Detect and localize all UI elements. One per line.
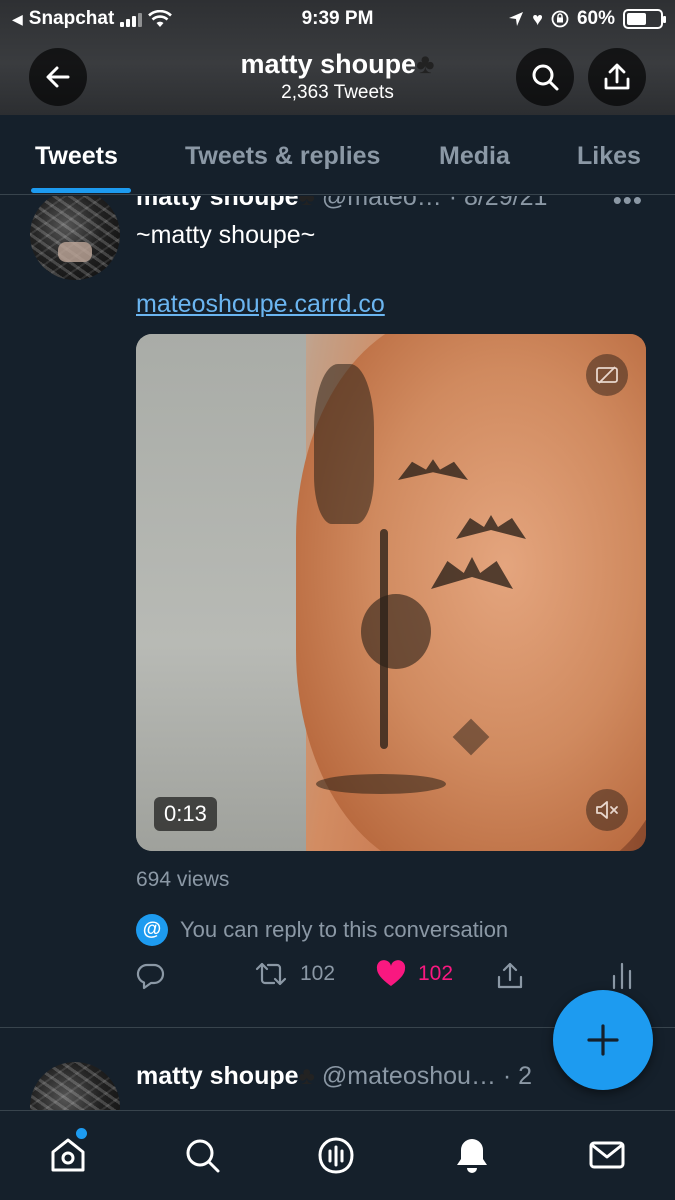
tab-media[interactable]: Media	[439, 142, 510, 171]
tweet-link[interactable]: mateoshoupe.carrd.co	[136, 290, 385, 319]
share-icon	[497, 962, 523, 989]
location-icon	[509, 12, 524, 26]
captions-button[interactable]	[586, 354, 628, 396]
profile-header-banner: ◀ Snapchat 9:39 PM ♥ 60% matty shoupe♣ 2…	[0, 0, 675, 115]
more-options-icon[interactable]: •••	[613, 196, 643, 216]
club-emoji: ♣	[416, 48, 435, 79]
retweet-icon	[255, 962, 287, 986]
view-count: 694 views	[136, 868, 230, 891]
tweet-count: 2,363 Tweets	[281, 82, 394, 103]
tab-tweets-replies[interactable]: Tweets & replies	[185, 142, 380, 171]
like-button[interactable]: 102	[376, 960, 453, 988]
tweet-author-line[interactable]: matty shoupe♣ @mateo… · 8/29/21	[136, 196, 547, 212]
tab-tweets[interactable]: Tweets	[35, 142, 118, 171]
heart-filled-icon	[376, 960, 406, 986]
search-icon	[186, 1139, 220, 1173]
avatar[interactable]	[30, 196, 120, 280]
reply-icon	[136, 963, 165, 990]
nav-search[interactable]	[180, 1133, 224, 1177]
avatar[interactable]	[30, 1062, 120, 1110]
status-bar: ◀ Snapchat 9:39 PM ♥ 60%	[0, 0, 675, 38]
tweet-author-emoji: ♣	[298, 196, 315, 211]
battery-percent: 60%	[576, 8, 615, 29]
plus-icon	[587, 1024, 619, 1056]
video-duration: 0:13	[154, 797, 217, 831]
tweet-author-name: matty shoupe	[136, 196, 299, 211]
avatar-pattern	[30, 196, 120, 280]
tweet-author-name: matty shoupe	[136, 1062, 299, 1090]
share-icon	[604, 63, 630, 90]
profile-tabs: Tweets Tweets & replies Media Likes	[0, 115, 675, 195]
tweet-video[interactable]: 0:13	[136, 334, 646, 851]
avatar-pattern	[30, 1062, 120, 1110]
tweet-list: matty shoupe♣ @mateo… · 8/29/21 ••• ~mat…	[0, 196, 675, 1110]
avatar-hand	[58, 242, 92, 262]
skeleton-tattoo	[314, 364, 374, 524]
speaker-muted-icon	[596, 801, 618, 819]
tab-likes[interactable]: Likes	[577, 142, 641, 171]
search-button[interactable]	[516, 48, 574, 106]
home-icon	[51, 1138, 85, 1172]
tweet-text: ~matty shoupe~	[136, 221, 316, 249]
tweet-actions: 102 102	[136, 960, 646, 1000]
mail-icon	[589, 1141, 625, 1169]
bell-icon	[457, 1139, 487, 1173]
tweet-author-emoji: ♣	[298, 1062, 315, 1090]
reply-button[interactable]	[136, 960, 166, 990]
at-sign-icon: @	[136, 914, 168, 946]
nav-home[interactable]	[46, 1133, 90, 1177]
like-count: 102	[418, 962, 454, 985]
compose-tweet-button[interactable]	[553, 990, 653, 1090]
tweet-author-line[interactable]: matty shoupe♣ @mateoshou… · 2	[136, 1062, 532, 1091]
active-tab-indicator	[31, 188, 131, 193]
share-tweet-button[interactable]	[496, 960, 524, 990]
tweet-handle-date: @mateo… · 8/29/21	[314, 196, 548, 211]
reply-permission-note: @ You can reply to this conversation	[136, 914, 508, 946]
search-icon	[532, 64, 559, 91]
rose-tattoo	[361, 594, 431, 669]
nav-spaces[interactable]	[314, 1133, 358, 1177]
home-notification-dot	[76, 1128, 87, 1139]
nav-notifications[interactable]	[450, 1133, 494, 1177]
battery-fill	[627, 13, 647, 25]
video-background-wall	[136, 334, 306, 851]
analytics-icon	[612, 962, 632, 990]
mute-button[interactable]	[586, 789, 628, 831]
tweet-handle-date: @mateoshou… · 2	[314, 1062, 533, 1090]
orientation-lock-icon	[551, 10, 569, 28]
reply-note-text: You can reply to this conversation	[180, 917, 509, 942]
retweet-count: 102	[300, 962, 336, 985]
battery-icon	[623, 9, 666, 29]
retweet-button[interactable]: 102	[254, 960, 335, 988]
profile-name: matty shoupe	[240, 49, 417, 79]
captions-off-icon	[596, 366, 618, 384]
nav-messages[interactable]	[585, 1133, 629, 1177]
analytics-button[interactable]	[610, 960, 634, 990]
spaces-microphone-icon	[318, 1137, 354, 1174]
share-profile-button[interactable]	[588, 48, 646, 106]
bottom-nav	[0, 1110, 675, 1200]
hands-tattoo	[316, 774, 446, 794]
heart-status-icon: ♥	[532, 8, 543, 29]
